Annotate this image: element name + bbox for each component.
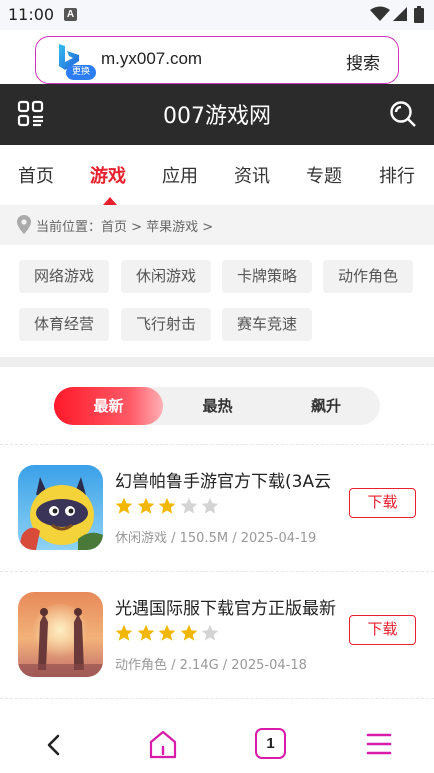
sort-rising[interactable]: 飙升: [272, 387, 380, 425]
tag-flight-shooting[interactable]: 飞行射击: [121, 308, 212, 341]
game-title[interactable]: 光遇国际服下载官方正版最新: [115, 594, 347, 619]
search-icon[interactable]: [389, 100, 417, 132]
star-filled-icon: [137, 624, 155, 642]
star-filled-icon: [115, 497, 133, 515]
active-tab-indicator: [103, 197, 117, 205]
tab-topics[interactable]: 专题: [306, 162, 342, 188]
tag-casual-games[interactable]: 休闲游戏: [121, 260, 212, 293]
game-meta: 动作角色 / 2.14G / 2025-04-18: [115, 658, 307, 673]
sky-game-icon[interactable]: [18, 592, 103, 677]
tag-card-strategy[interactable]: 卡牌策略: [222, 260, 313, 293]
breadcrumb-prefix: 当前位置：: [36, 220, 102, 235]
game-meta: 休闲游戏 / 150.5M / 2025-04-19: [115, 531, 317, 546]
tab-games[interactable]: 游戏: [90, 162, 126, 188]
star-filled-icon: [180, 624, 198, 642]
rating-stars: [115, 624, 223, 646]
site-header: 007游戏网: [0, 84, 434, 145]
list-divider: [0, 698, 434, 699]
star-filled-icon: [137, 497, 155, 515]
tab-news[interactable]: 资讯: [234, 162, 270, 188]
status-bar: 11:00 A: [0, 0, 434, 30]
switch-engine-badge[interactable]: 更换: [66, 65, 96, 80]
back-arrow-icon[interactable]: [44, 733, 64, 761]
breadcrumb: 当前位置：首页 > 苹果游戏 >: [0, 205, 434, 245]
browser-toolbar: 更换 m.yx007.com 搜索: [0, 30, 434, 84]
game-list-item[interactable]: 光遇国际服下载官方正版最新 动作角色 / 2.14G / 2025-04-18 …: [0, 572, 434, 698]
sort-hottest[interactable]: 最热: [163, 387, 272, 425]
tab-apps[interactable]: 应用: [162, 162, 198, 188]
tag-sports-management[interactable]: 体育经营: [19, 308, 110, 341]
star-empty-icon: [180, 497, 198, 515]
sort-tabs: 最新 最热 飙升: [54, 387, 380, 425]
game-title[interactable]: 幻兽帕鲁手游官方下载(3A云: [115, 467, 347, 492]
star-filled-icon: [158, 497, 176, 515]
site-title[interactable]: 007游戏网: [0, 98, 434, 130]
star-filled-icon: [158, 624, 176, 642]
tag-racing[interactable]: 赛车竞速: [222, 308, 313, 341]
category-nav: 首页 游戏 应用 资讯 专题 排行: [0, 145, 434, 205]
star-empty-icon: [201, 624, 219, 642]
download-button[interactable]: 下载: [349, 488, 416, 518]
breadcrumb-path[interactable]: 首页 > 苹果游戏 >: [101, 220, 213, 235]
browser-bottom-nav: 1: [0, 713, 434, 773]
game-list-item[interactable]: 幻兽帕鲁手游官方下载(3A云 休闲游戏 / 150.5M / 2025-04-1…: [0, 445, 434, 571]
search-button[interactable]: 搜索: [346, 49, 380, 74]
tab-home[interactable]: 首页: [18, 162, 54, 188]
battery-icon: [414, 6, 424, 27]
url-text[interactable]: m.yx007.com: [101, 49, 202, 69]
rating-stars: [115, 497, 223, 519]
palworld-game-icon[interactable]: [18, 465, 103, 550]
section-divider: [0, 357, 434, 367]
sort-newest[interactable]: 最新: [54, 387, 163, 425]
star-empty-icon: [201, 497, 219, 515]
tabs-count-button[interactable]: 1: [255, 728, 286, 759]
home-icon[interactable]: [148, 729, 178, 763]
tag-online-games[interactable]: 网络游戏: [19, 260, 110, 293]
tag-action-rpg[interactable]: 动作角色: [323, 260, 414, 293]
wifi-icon: [370, 6, 390, 26]
subcategory-tags: 网络游戏 休闲游戏 卡牌策略 动作角色 体育经营 飞行射击 赛车竞速: [0, 245, 434, 355]
signal-icon: [392, 6, 408, 26]
star-filled-icon: [115, 624, 133, 642]
address-bar[interactable]: 更换 m.yx007.com 搜索: [35, 36, 399, 84]
menu-icon[interactable]: [366, 732, 392, 760]
status-time: 11:00: [8, 5, 55, 24]
breadcrumb-text: 当前位置：首页 > 苹果游戏 >: [36, 216, 213, 235]
location-pin-icon: [17, 215, 31, 239]
tab-rankings[interactable]: 排行: [379, 162, 415, 188]
download-button[interactable]: 下载: [349, 615, 416, 645]
notification-icon: A: [64, 8, 77, 21]
